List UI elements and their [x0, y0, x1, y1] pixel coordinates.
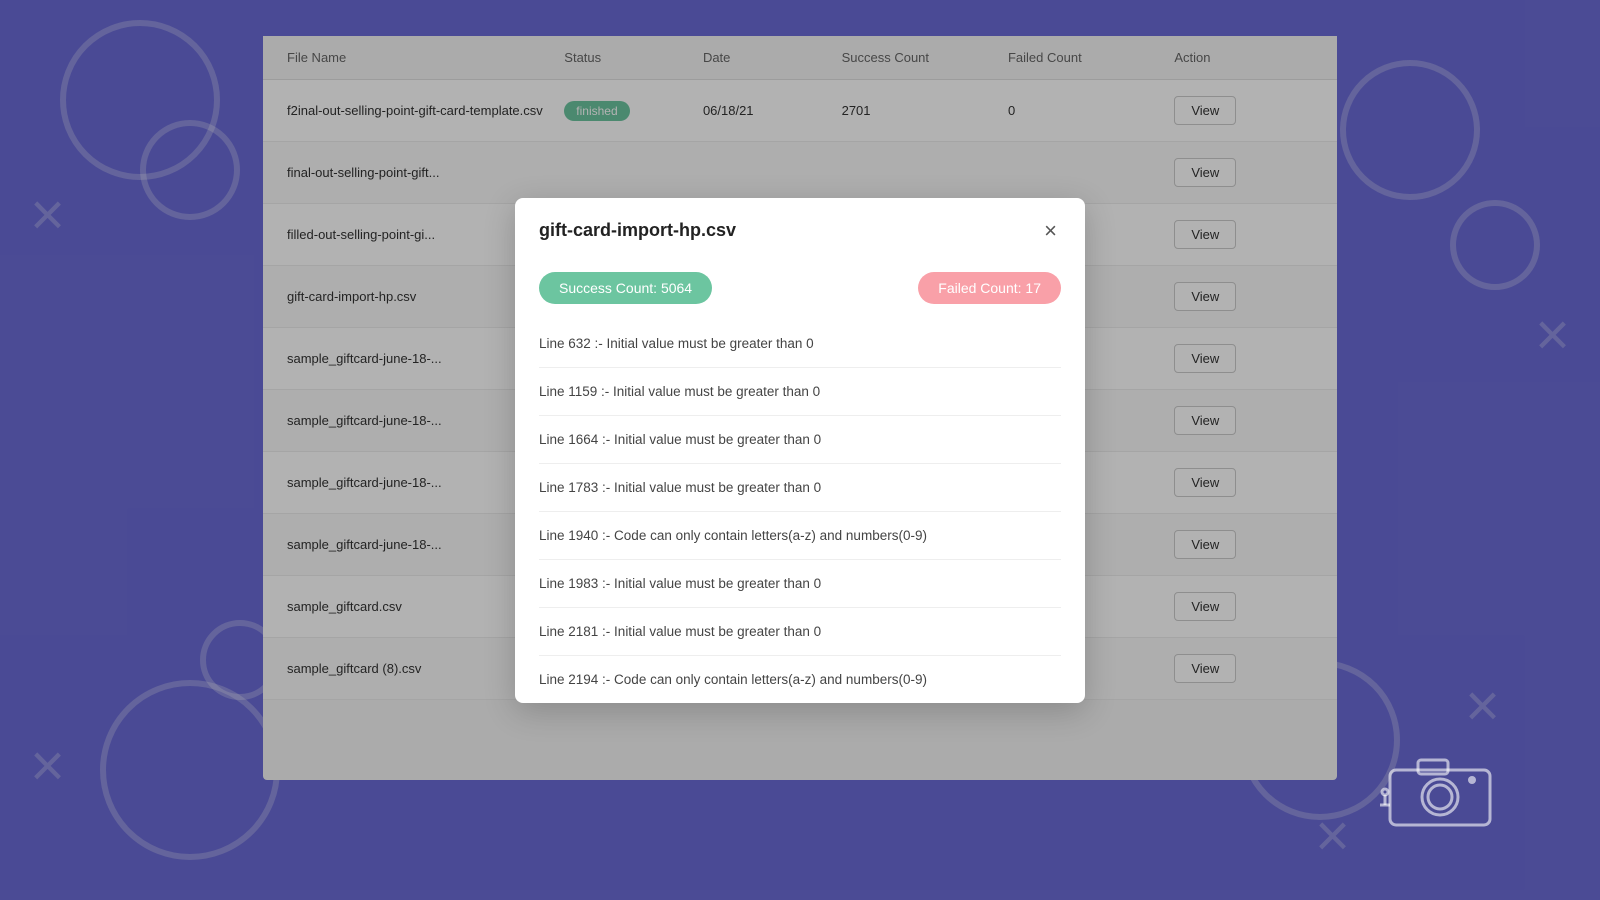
modal-counts: Success Count: 5064 Failed Count: 17	[515, 260, 1085, 320]
error-item: Line 1159 :- Initial value must be great…	[539, 368, 1061, 416]
error-item: Line 2181 :- Initial value must be great…	[539, 608, 1061, 656]
modal-dialog: gift-card-import-hp.csv × Success Count:…	[515, 198, 1085, 703]
error-item: Line 1983 :- Initial value must be great…	[539, 560, 1061, 608]
error-item: Line 1783 :- Initial value must be great…	[539, 464, 1061, 512]
modal-overlay: gift-card-import-hp.csv × Success Count:…	[0, 0, 1600, 900]
modal-header: gift-card-import-hp.csv ×	[515, 198, 1085, 260]
error-item: Line 1940 :- Code can only contain lette…	[539, 512, 1061, 560]
camera-decoration	[1380, 750, 1500, 840]
success-count-badge: Success Count: 5064	[539, 272, 712, 304]
modal-body: Line 632 :- Initial value must be greate…	[515, 320, 1085, 703]
modal-title: gift-card-import-hp.csv	[539, 220, 736, 241]
error-item: Line 632 :- Initial value must be greate…	[539, 320, 1061, 368]
error-item: Line 2194 :- Code can only contain lette…	[539, 656, 1061, 703]
error-item: Line 1664 :- Initial value must be great…	[539, 416, 1061, 464]
modal-close-button[interactable]: ×	[1040, 218, 1061, 244]
failed-count-badge: Failed Count: 17	[918, 272, 1061, 304]
